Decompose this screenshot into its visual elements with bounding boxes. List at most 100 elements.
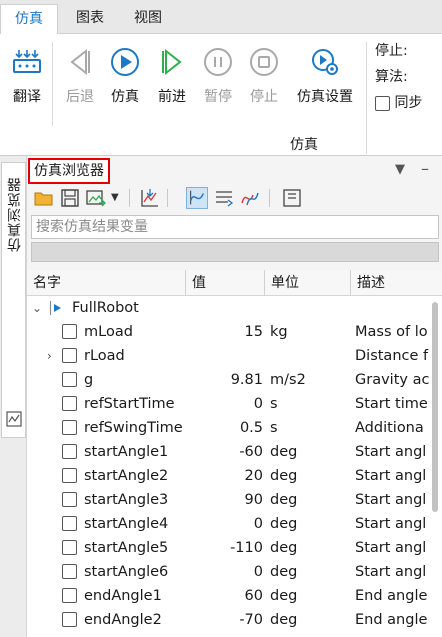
variable-description: Mass of lo (355, 324, 428, 340)
table-row[interactable]: g 9.81 m/s2 Gravity ac (27, 368, 442, 392)
simulation-browser-panel: 仿真浏览器 ▼ – ▼ 搜索仿真结果变量 名字 值 单位 描述 ⌄ FullRo… (27, 156, 442, 637)
back-button[interactable]: 后退 (62, 46, 98, 106)
list-plot-icon[interactable] (213, 187, 235, 209)
table-row[interactable]: startAngle1 -60 deg Start angl (27, 440, 442, 464)
scrollbar-thumb[interactable] (432, 302, 438, 512)
simulation-group-label: 仿真 (290, 137, 318, 153)
variable-description: End angle (355, 612, 428, 628)
variable-name: endAngle2 (84, 612, 162, 628)
forward-button[interactable]: 前进 (154, 46, 190, 106)
open-folder-icon[interactable] (33, 187, 55, 209)
stop-button[interactable]: 停止 (246, 46, 282, 106)
side-tab-simulation-browser[interactable]: 仿真浏览器 (1, 162, 26, 438)
variable-checkbox[interactable] (62, 516, 77, 531)
tab-view[interactable]: 视图 (120, 4, 176, 34)
variable-unit: s (270, 420, 278, 436)
variable-checkbox[interactable] (62, 540, 77, 555)
column-header-unit[interactable]: 单位 (265, 270, 299, 296)
variable-checkbox[interactable] (62, 612, 77, 627)
toolbar-separator (129, 189, 130, 207)
variable-unit: deg (270, 444, 298, 460)
sync-label: 同步 (394, 95, 423, 111)
multi-curve-icon[interactable] (239, 187, 261, 209)
step-back-icon (70, 48, 90, 76)
chart-icon (6, 411, 22, 427)
variable-unit: deg (270, 564, 298, 580)
table-row[interactable]: startAngle6 0 deg Start angl (27, 560, 442, 584)
variable-value: -60 (239, 444, 263, 460)
translate-icon (13, 50, 41, 73)
variable-unit: deg (270, 588, 298, 604)
variable-description: End angle (355, 588, 428, 604)
variable-unit: deg (270, 516, 298, 532)
sync-option[interactable]: 同步 (375, 92, 422, 112)
table-row[interactable]: refSwingTime 0.5 s Additiona (27, 416, 442, 440)
export-dropdown-chevron-icon[interactable]: ▼ (111, 187, 123, 209)
variable-checkbox[interactable] (62, 444, 77, 459)
variable-value: 0 (253, 564, 263, 580)
variable-name: refSwingTime (84, 420, 183, 436)
pause-button[interactable]: 暂停 (200, 46, 236, 106)
simulate-button[interactable]: 仿真 (107, 46, 143, 106)
column-header-value[interactable]: 值 (186, 270, 206, 296)
table-row[interactable]: endAngle2 -70 deg End angle (27, 608, 442, 632)
variable-description: Distance f (355, 348, 429, 364)
export-image-icon[interactable] (85, 187, 107, 209)
column-header-description[interactable]: 描述 (351, 270, 385, 296)
variable-value: 0 (253, 396, 263, 412)
simulation-settings-button[interactable]: 仿真设置 (292, 46, 358, 106)
table-row[interactable]: endAngle1 60 deg End angle (27, 584, 442, 608)
variable-value: 9.81 (230, 372, 263, 388)
table-row[interactable]: › rLoad Distance f (27, 344, 442, 368)
collapse-icon[interactable] (281, 187, 303, 209)
pause-label: 暂停 (204, 89, 232, 105)
back-label: 后退 (66, 89, 94, 105)
variable-name: startAngle2 (84, 468, 169, 484)
chevron-down-icon[interactable]: ⌄ (32, 296, 42, 320)
variable-checkbox[interactable] (62, 420, 77, 435)
panel-minimize-icon[interactable]: – (421, 159, 429, 178)
variable-value: 0.5 (239, 420, 263, 436)
vertical-scrollbar[interactable] (431, 296, 439, 637)
chevron-right-icon[interactable]: › (47, 344, 52, 368)
forward-label: 前进 (158, 89, 186, 105)
curve-plot-icon[interactable] (186, 187, 208, 209)
variable-checkbox[interactable] (62, 564, 77, 579)
tab-chart[interactable]: 图表 (62, 4, 118, 34)
variable-checkbox[interactable] (62, 492, 77, 507)
table-row[interactable]: startAngle5 -110 deg Start angl (27, 536, 442, 560)
tree-root-row[interactable]: ⌄ FullRobot (27, 296, 442, 320)
variable-checkbox[interactable] (62, 372, 77, 387)
table-row[interactable]: mLoad 15 kg Mass of lo (27, 320, 442, 344)
variable-checkbox[interactable] (62, 588, 77, 603)
save-icon[interactable] (59, 187, 81, 209)
table-row[interactable]: refStartTime 0 s Start time (27, 392, 442, 416)
variable-checkbox[interactable] (62, 348, 77, 363)
variable-checkbox[interactable] (62, 396, 77, 411)
sync-checkbox[interactable] (375, 95, 390, 111)
tab-simulation[interactable]: 仿真 (0, 4, 58, 35)
variable-unit: deg (270, 468, 298, 484)
variable-value: -110 (230, 540, 263, 556)
variable-checkbox[interactable] (62, 324, 77, 339)
panel-menu-icon[interactable]: ▼ (395, 162, 405, 177)
variable-value: 20 (244, 468, 263, 484)
table-header: 名字 值 单位 描述 (27, 270, 442, 296)
variable-name: g (84, 372, 94, 388)
table-row[interactable]: startAngle4 0 deg Start angl (27, 512, 442, 536)
variable-name: startAngle4 (84, 516, 169, 532)
variable-search-input[interactable]: 搜索仿真结果变量 (31, 215, 439, 239)
import-plot-icon[interactable] (139, 187, 161, 209)
variable-name: rLoad (84, 348, 125, 364)
variable-unit: deg (270, 540, 298, 556)
translate-label: 翻译 (13, 89, 41, 105)
step-forward-icon (162, 48, 182, 76)
simulation-settings-label: 仿真设置 (297, 89, 353, 105)
variable-checkbox[interactable] (62, 468, 77, 483)
translate-button[interactable]: 翻译 (8, 46, 46, 106)
side-tab-label: 仿真浏览器 (7, 177, 23, 252)
pause-icon (204, 48, 232, 76)
table-row[interactable]: startAngle2 20 deg Start angl (27, 464, 442, 488)
column-header-name[interactable]: 名字 (27, 270, 61, 296)
table-row[interactable]: startAngle3 90 deg Start angl (27, 488, 442, 512)
